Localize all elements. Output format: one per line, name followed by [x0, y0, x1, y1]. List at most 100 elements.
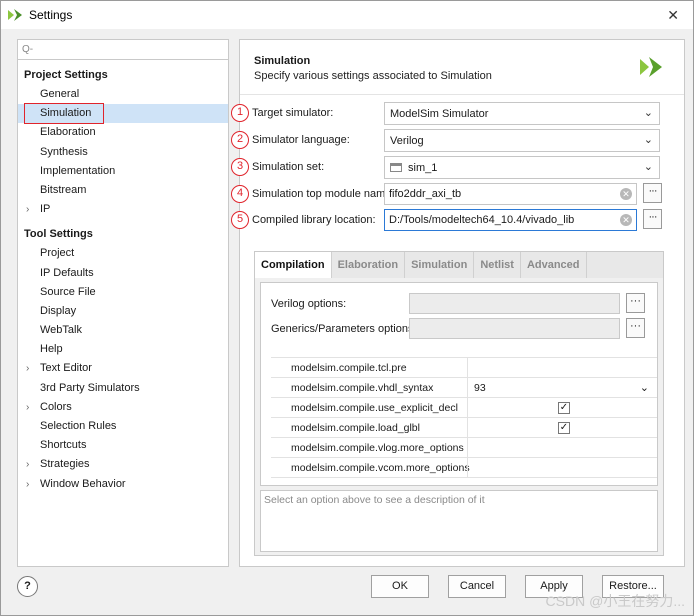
- top-module-browse-button[interactable]: ···: [643, 183, 662, 203]
- compiled-library-label: Compiled library location:: [252, 214, 376, 226]
- tab-elaboration[interactable]: Elaboration: [332, 252, 406, 278]
- nav-item-label: Display: [40, 304, 77, 317]
- target-simulator-row: 1 Target simulator: ModelSim Simulator ⌄: [231, 102, 684, 126]
- load-glbl-checkbox[interactable]: ✓: [558, 422, 570, 434]
- nav-item-label: Help: [40, 343, 63, 356]
- tab-advanced[interactable]: Advanced: [521, 252, 587, 278]
- property-value[interactable]: [467, 458, 655, 478]
- nav-item-webtalk[interactable]: WebTalk: [18, 321, 228, 340]
- nav-item-label: Implementation: [40, 164, 116, 177]
- search-input[interactable]: Q-: [18, 40, 228, 60]
- ok-button[interactable]: OK: [371, 575, 429, 598]
- property-value[interactable]: [467, 438, 655, 458]
- simulator-language-row: 2 Simulator language: Verilog ⌄: [231, 129, 684, 153]
- settings-dialog: Settings ✕ Q- Project Settings General S…: [0, 0, 694, 616]
- tab-netlist[interactable]: Netlist: [474, 252, 521, 278]
- nav-item-label: Window Behavior: [40, 477, 126, 490]
- nav-item-help[interactable]: Help: [18, 340, 228, 359]
- verilog-options-row: Verilog options: ···: [271, 293, 651, 315]
- target-simulator-value: ModelSim Simulator: [390, 107, 489, 120]
- settings-nav-panel: Q- Project Settings General Simulation E…: [17, 39, 229, 567]
- annotation-marker-3: 3: [231, 158, 249, 176]
- nav-item-selection-rules[interactable]: Selection Rules: [18, 417, 228, 436]
- settings-tree: Project Settings General Simulation Elab…: [18, 66, 228, 494]
- vivado-app-icon: [8, 9, 22, 21]
- chevron-down-icon[interactable]: ⌄: [640, 381, 649, 394]
- nav-item-shortcuts[interactable]: Shortcuts: [18, 436, 228, 455]
- nav-item-label: Colors: [40, 400, 72, 413]
- watermark: CSDN @小王在努力...: [545, 593, 685, 609]
- nav-item-strategies[interactable]: › Strategies: [18, 455, 228, 474]
- compilation-tab-content: Verilog options: ··· Generics/Parameters…: [260, 282, 658, 486]
- clear-icon[interactable]: ✕: [620, 214, 632, 226]
- generics-options-browse-button[interactable]: ···: [626, 318, 645, 338]
- chevron-right-icon[interactable]: ›: [26, 455, 29, 474]
- top-module-input[interactable]: fifo2ddr_axi_tb ✕: [384, 183, 637, 205]
- table-row[interactable]: modelsim.compile.vlog.more_options: [271, 438, 657, 458]
- tab-compilation[interactable]: Compilation: [255, 252, 332, 278]
- nav-item-label: Synthesis: [40, 145, 88, 158]
- page-subtitle: Specify various settings associated to S…: [254, 70, 492, 82]
- generics-options-row: Generics/Parameters options: ···: [271, 318, 651, 340]
- nav-item-window-behavior[interactable]: › Window Behavior: [18, 475, 228, 494]
- vhdl-syntax-select[interactable]: 93 ⌄: [467, 378, 655, 398]
- verilog-options-field[interactable]: [409, 293, 620, 314]
- annotation-marker-5: 5: [231, 211, 249, 229]
- nav-item-3rd-party-simulators[interactable]: 3rd Party Simulators: [18, 379, 228, 398]
- chevron-down-icon[interactable]: ⌄: [644, 106, 653, 119]
- options-tabs: Compilation Elaboration Simulation Netli…: [254, 251, 664, 556]
- chevron-down-icon[interactable]: ⌄: [644, 160, 653, 173]
- nav-item-display[interactable]: Display: [18, 302, 228, 321]
- chevron-down-icon[interactable]: ⌄: [644, 133, 653, 146]
- compiled-library-input[interactable]: D:/Tools/modeltech64_10.4/vivado_lib ✕: [384, 209, 637, 231]
- nav-item-bitstream[interactable]: Bitstream: [18, 181, 228, 200]
- nav-item-simulation[interactable]: Simulation: [18, 103, 228, 125]
- nav-item-colors[interactable]: › Colors: [18, 398, 228, 417]
- nav-item-label: Elaboration: [40, 126, 96, 139]
- option-description: Select an option above to see a descript…: [260, 490, 658, 552]
- chevron-right-icon[interactable]: ›: [26, 398, 29, 417]
- property-name: modelsim.compile.use_explicit_decl: [291, 402, 458, 414]
- chevron-right-icon[interactable]: ›: [26, 359, 29, 378]
- tab-bar: Compilation Elaboration Simulation Netli…: [255, 252, 663, 278]
- nav-item-label: Strategies: [40, 458, 90, 471]
- generics-options-field[interactable]: [409, 318, 620, 339]
- clear-icon[interactable]: ✕: [620, 188, 632, 200]
- table-row[interactable]: modelsim.compile.use_explicit_decl ✓: [271, 398, 657, 418]
- table-row[interactable]: modelsim.compile.vcom.more_options: [271, 458, 657, 478]
- compiled-library-value: D:/Tools/modeltech64_10.4/vivado_lib: [389, 214, 575, 226]
- target-simulator-label: Target simulator:: [252, 107, 334, 119]
- nav-item-ip-defaults[interactable]: IP Defaults: [18, 264, 228, 283]
- tool-settings-heading: Tool Settings: [24, 228, 93, 241]
- use-explicit-decl-checkbox[interactable]: ✓: [558, 402, 570, 414]
- chevron-right-icon[interactable]: ›: [26, 475, 29, 494]
- property-name: modelsim.compile.vhdl_syntax: [291, 382, 434, 394]
- simulation-set-select[interactable]: sim_1 ⌄: [384, 156, 660, 179]
- annotation-marker-1: 1: [231, 104, 249, 122]
- nav-item-ip[interactable]: › IP: [18, 200, 228, 219]
- help-button[interactable]: ?: [17, 576, 38, 597]
- chevron-right-icon[interactable]: ›: [26, 200, 29, 219]
- tab-simulation[interactable]: Simulation: [405, 252, 475, 278]
- nav-item-elaboration[interactable]: Elaboration: [18, 123, 228, 142]
- top-module-row: 4 Simulation top module name: fifo2ddr_a…: [231, 183, 684, 207]
- verilog-options-browse-button[interactable]: ···: [626, 293, 645, 313]
- property-value[interactable]: [467, 358, 655, 378]
- nav-item-project[interactable]: Project: [18, 244, 228, 263]
- nav-item-synthesis[interactable]: Synthesis: [18, 143, 228, 162]
- table-row[interactable]: modelsim.compile.load_glbl ✓: [271, 418, 657, 438]
- simulator-language-select[interactable]: Verilog ⌄: [384, 129, 660, 152]
- table-row[interactable]: modelsim.compile.tcl.pre: [271, 358, 657, 378]
- nav-item-text-editor[interactable]: › Text Editor: [18, 359, 228, 378]
- nav-item-implementation[interactable]: Implementation: [18, 162, 228, 181]
- close-icon[interactable]: ✕: [667, 7, 679, 24]
- table-row[interactable]: modelsim.compile.vhdl_syntax 93 ⌄: [271, 378, 657, 398]
- cancel-button[interactable]: Cancel: [448, 575, 506, 598]
- vivado-logo-icon: [640, 57, 662, 77]
- page-title: Simulation: [254, 55, 311, 67]
- target-simulator-select[interactable]: ModelSim Simulator ⌄: [384, 102, 660, 125]
- nav-item-general[interactable]: General: [18, 85, 228, 104]
- compiled-library-browse-button[interactable]: ···: [643, 209, 662, 229]
- nav-item-source-file[interactable]: Source File: [18, 283, 228, 302]
- annotation-marker-4: 4: [231, 185, 249, 203]
